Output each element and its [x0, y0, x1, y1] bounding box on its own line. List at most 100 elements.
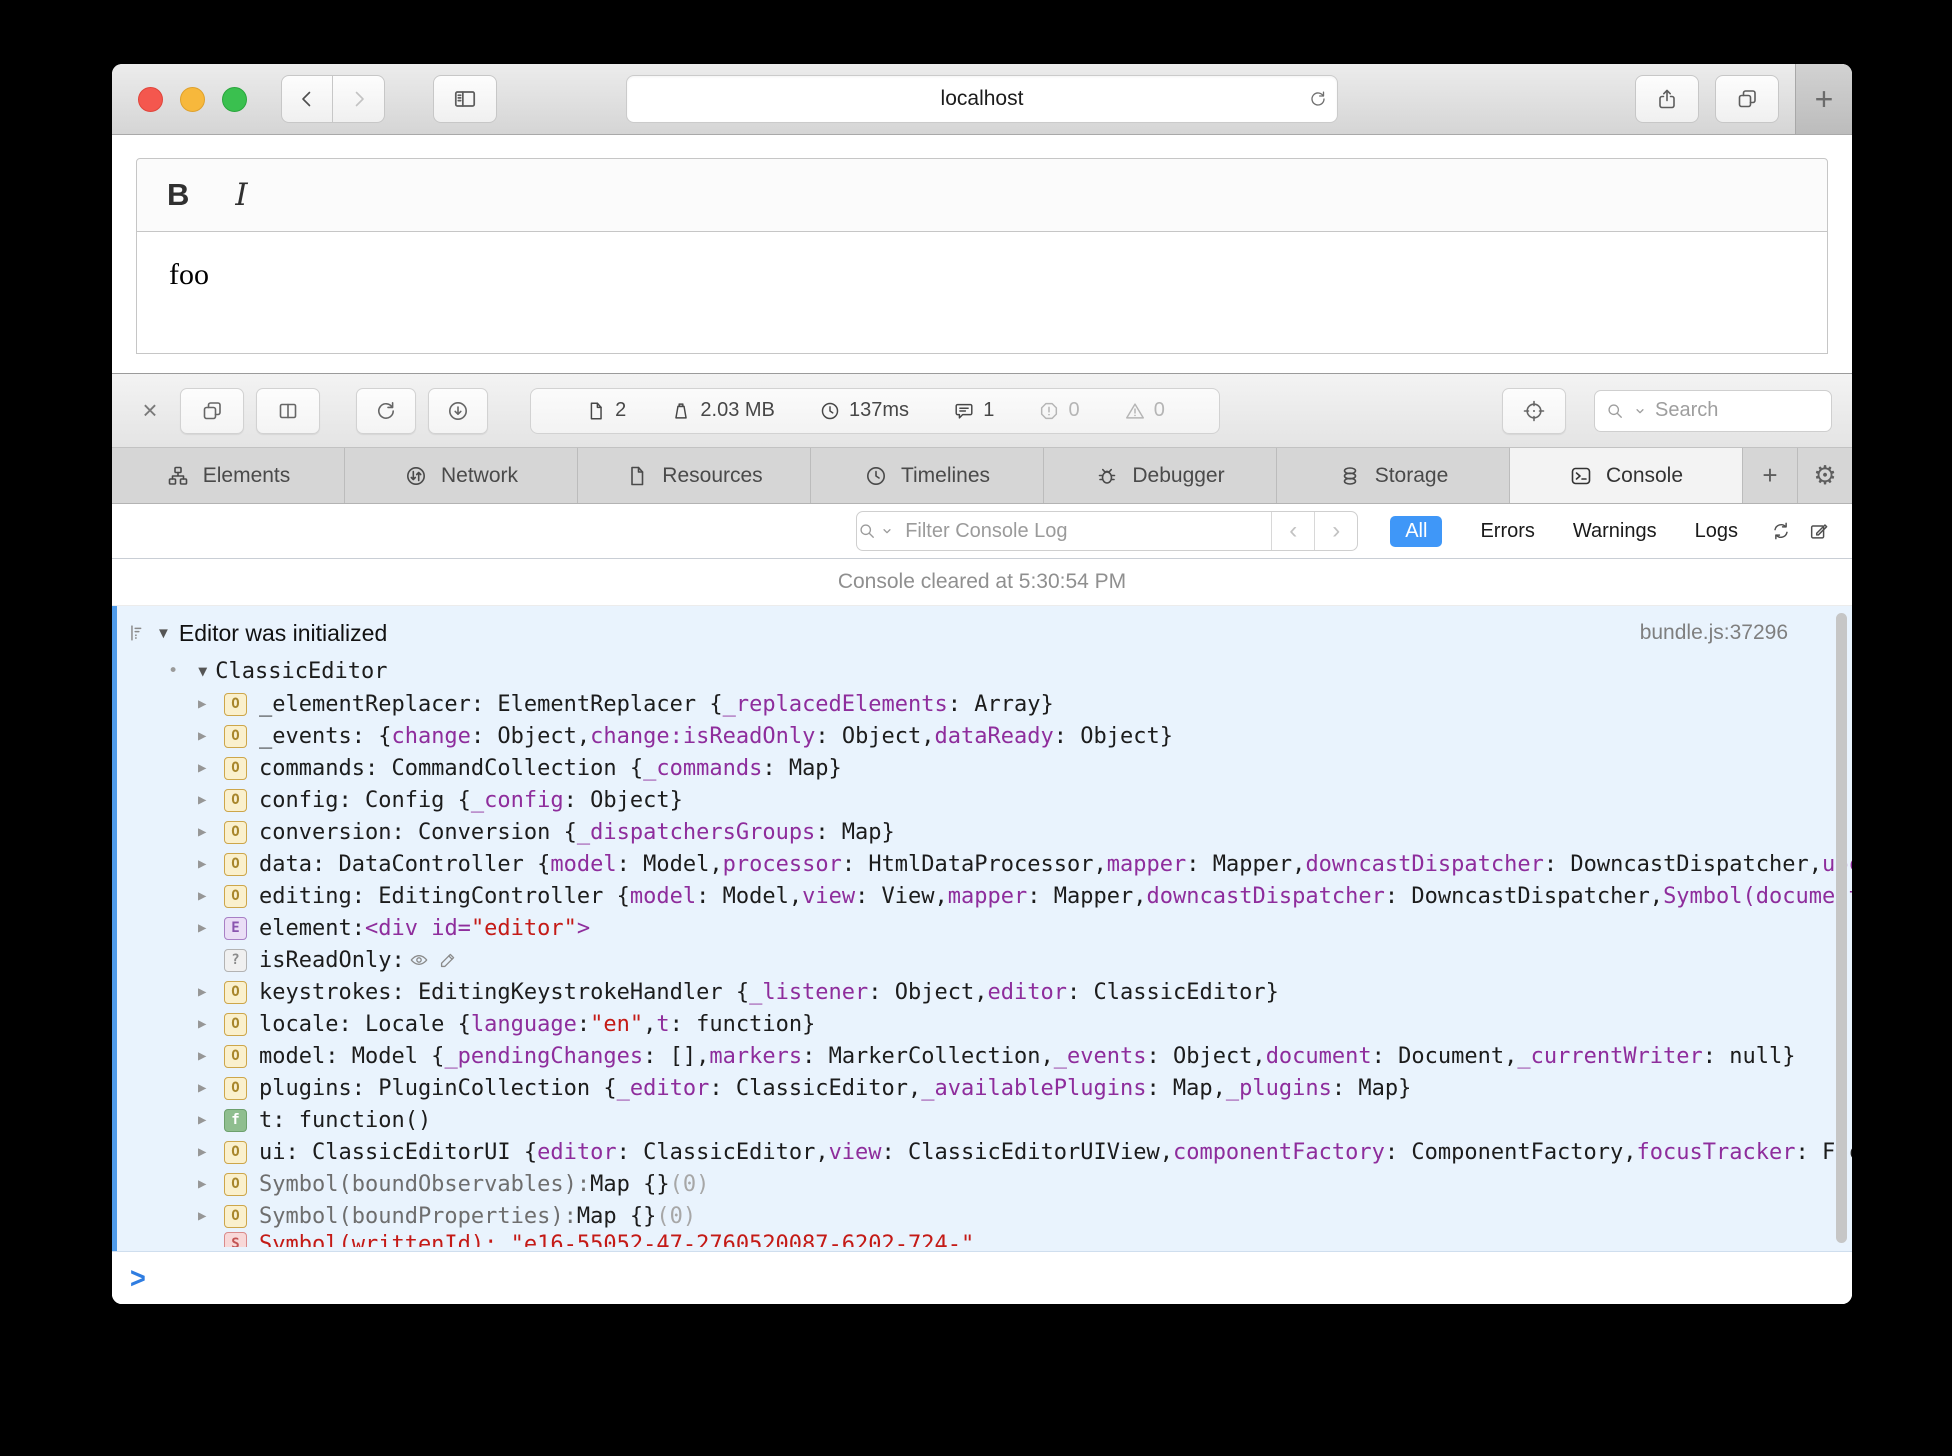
disclosure-open-icon[interactable]: ▼ [198, 662, 207, 680]
row-text: : Mapper, [1186, 851, 1306, 877]
tab-timelines[interactable]: Timelines [811, 448, 1044, 503]
add-tab-button[interactable]: + [1743, 448, 1798, 503]
bold-button[interactable]: B [167, 177, 189, 213]
eye-icon[interactable] [409, 950, 429, 970]
disclosure-triangle-icon[interactable]: ▶ [198, 1016, 224, 1032]
close-inspector-button[interactable]: × [132, 395, 168, 426]
console-object-row[interactable]: S Symbol(writtenId): "e16-55052-47-276052… [112, 1232, 1852, 1247]
tab-network[interactable]: Network [345, 448, 578, 503]
log-accent-bar [112, 606, 117, 1251]
row-text: : DowncastDispatcher, [1543, 851, 1823, 877]
console-object-row[interactable]: ▶ Omodel: Model {_pendingChanges: [], mar… [112, 1040, 1852, 1072]
disclosure-triangle-icon[interactable]: ▶ [198, 1048, 224, 1064]
sidebar-button[interactable] [433, 75, 497, 123]
bubble-stat[interactable]: 1 [953, 399, 994, 422]
console-log-entry[interactable]: ▼ Editor was initialized bundle.js:37296… [112, 606, 1852, 1252]
disclosure-triangle-icon[interactable]: ▶ [198, 760, 224, 776]
row-text: Symbol(boundProperties): [259, 1203, 577, 1229]
filter-console-field[interactable]: Filter Console Log ‹ › [856, 511, 1359, 551]
row-text: dataReady [934, 723, 1054, 749]
console-object-row[interactable]: ▶ O _elementReplacer: ElementReplacer {_re… [112, 688, 1852, 720]
clear-console-icon[interactable] [1770, 520, 1792, 542]
scope-logs[interactable]: Logs [1695, 520, 1738, 543]
doc-stat[interactable]: 2 [585, 399, 626, 422]
inspector-search-field[interactable]: Search [1594, 389, 1832, 432]
disclosure-triangle-icon[interactable]: ▶ [198, 984, 224, 1000]
editor-content[interactable]: foo [136, 232, 1828, 354]
disclosure-triangle-icon[interactable]: ▶ [198, 728, 224, 744]
log-source-link[interactable]: bundle.js:37296 [1640, 621, 1852, 645]
address-bar[interactable]: localhost [626, 75, 1338, 123]
weight-stat[interactable]: 2.03 MB [670, 399, 775, 422]
console-object-row[interactable]: ? isReadOnly: [112, 944, 1852, 976]
console-object-row[interactable]: ▶ f t: function() [112, 1104, 1852, 1136]
new-tab-button[interactable]: + [1795, 64, 1852, 134]
next-result-button[interactable]: › [1314, 512, 1357, 550]
reload-icon[interactable] [1308, 89, 1328, 109]
root-object-row[interactable]: • ▼ ClassicEditor [112, 654, 1852, 688]
console-object-row[interactable]: ▶ Ocommands: CommandCollection {_commands… [112, 752, 1852, 784]
disclosure-triangle-icon[interactable]: ▶ [198, 1144, 224, 1160]
row-text: : Mapper, [1027, 883, 1147, 909]
bullet-icon: • [168, 661, 179, 681]
console-object-row[interactable]: ▶ O Symbol(boundProperties): Map {} (0) [112, 1200, 1852, 1232]
disclosure-triangle-icon[interactable]: ▶ [198, 696, 224, 712]
close-window-button[interactable] [138, 86, 163, 112]
console-object-row[interactable]: ▶ Olocale: Locale {language: "en", t: fun… [112, 1008, 1852, 1040]
console-prompt[interactable]: > [112, 1252, 1852, 1304]
disclosure-open-icon[interactable]: ▼ [156, 625, 171, 642]
triangle-stat[interactable]: 0 [1124, 399, 1165, 422]
scope-warnings[interactable]: Warnings [1573, 520, 1657, 543]
scope-errors[interactable]: Errors [1480, 520, 1534, 543]
zoom-window-button[interactable] [222, 86, 247, 112]
inspector-settings-button[interactable]: ⚙ [1798, 448, 1852, 503]
disclosure-triangle-icon[interactable]: ▶ [198, 792, 224, 808]
console-snippet-icon[interactable] [1808, 520, 1830, 542]
disclosure-triangle-icon[interactable]: ▶ [198, 1112, 224, 1128]
console-object-row[interactable]: ▶ Oediting: EditingController {model: Mod… [112, 880, 1852, 912]
disclosure-triangle-icon[interactable]: ▶ [198, 824, 224, 840]
console-object-row[interactable]: ▶ Okeystrokes: EditingKeystrokeHandler {_… [112, 976, 1852, 1008]
console-scrollbar-thumb[interactable] [1836, 613, 1847, 1243]
row-text: : ComponentFactory, [1384, 1139, 1637, 1165]
back-button[interactable] [281, 75, 333, 123]
row-text: _availablePlugins [921, 1075, 1147, 1101]
tab-elements[interactable]: Elements [112, 448, 345, 503]
pencil-icon[interactable] [438, 950, 458, 970]
forward-button[interactable] [333, 75, 385, 123]
console-object-row[interactable]: ▶ Oconversion: Conversion {_dispatchersGr… [112, 816, 1852, 848]
disclosure-triangle-icon[interactable]: ▶ [198, 1080, 224, 1096]
italic-button[interactable]: I [235, 177, 247, 213]
tab-storage[interactable]: Storage [1277, 448, 1510, 503]
previous-result-button[interactable]: ‹ [1271, 512, 1314, 550]
console-object-row[interactable]: ▶ Oui: ClassicEditorUI {editor: ClassicEd… [112, 1136, 1852, 1168]
disclosure-triangle-icon[interactable]: ▶ [198, 1208, 224, 1224]
scope-all[interactable]: All [1390, 515, 1443, 547]
browser-titlebar: localhost + [112, 64, 1852, 135]
tab-resources[interactable]: Resources [578, 448, 811, 503]
share-button[interactable] [1635, 75, 1699, 123]
console-object-row[interactable]: ▶ Odata: DataController {model: Model, pr… [112, 848, 1852, 880]
octagon-stat[interactable]: 0 [1038, 399, 1080, 422]
detach-inspector-button[interactable] [180, 387, 244, 434]
row-text: : ClassicEditor} [1067, 979, 1279, 1005]
clock-stat[interactable]: 137ms [819, 399, 909, 422]
console-object-row[interactable]: ▶ Oplugins: PluginCollection {_editor: Cl… [112, 1072, 1852, 1104]
log-header[interactable]: ▼ Editor was initialized bundle.js:37296 [112, 612, 1852, 654]
download-web-archive-button[interactable] [428, 387, 488, 434]
tab-console[interactable]: Console [1510, 448, 1743, 503]
console-object-row[interactable]: ▶ O _events: {change: Object, change:isRea… [112, 720, 1852, 752]
element-picker-button[interactable] [1502, 387, 1566, 434]
dock-side-button[interactable] [256, 387, 320, 434]
minimize-window-button[interactable] [180, 86, 205, 112]
console-object-row[interactable]: ▶ Oconfig: Config {_config: Object} [112, 784, 1852, 816]
disclosure-triangle-icon[interactable]: ▶ [198, 1176, 224, 1192]
disclosure-triangle-icon[interactable]: ▶ [198, 856, 224, 872]
reload-page-button[interactable] [356, 387, 416, 434]
disclosure-triangle-icon[interactable]: ▶ [198, 920, 224, 936]
tab-debugger[interactable]: Debugger [1044, 448, 1277, 503]
console-object-row[interactable]: ▶ O Symbol(boundObservables): Map {} (0) [112, 1168, 1852, 1200]
disclosure-triangle-icon[interactable]: ▶ [198, 888, 224, 904]
console-object-row[interactable]: ▶ Eelement: <div id= "editor" > [112, 912, 1852, 944]
tab-overview-button[interactable] [1715, 75, 1779, 123]
